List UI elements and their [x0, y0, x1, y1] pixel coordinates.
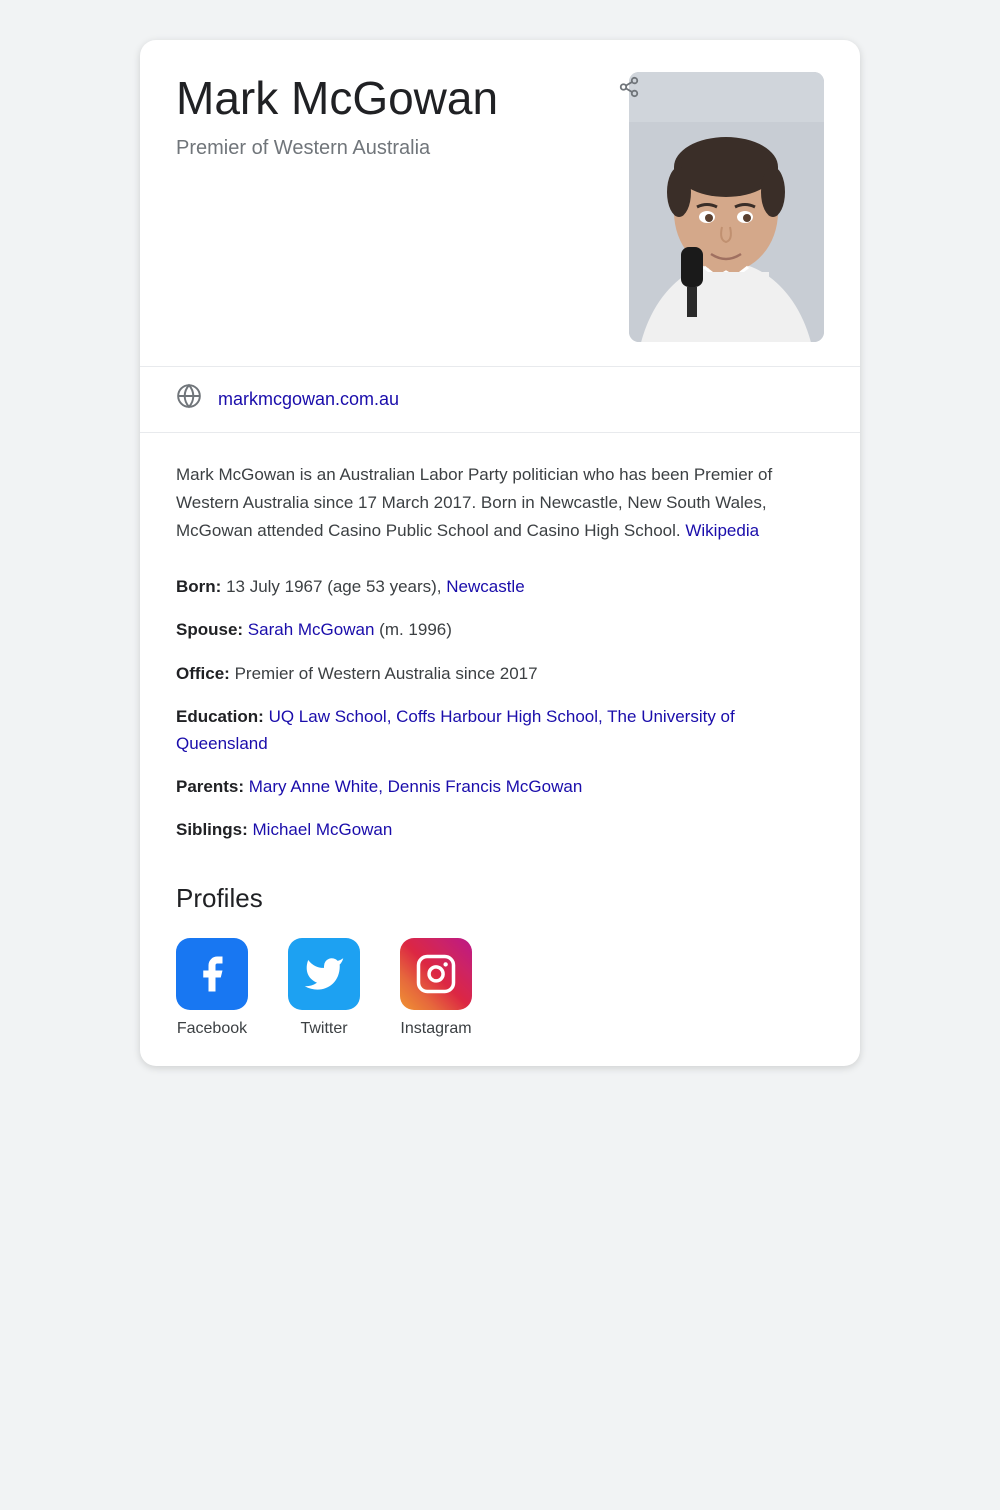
- fact-education-label: Education:: [176, 707, 264, 726]
- fact-office-label: Office:: [176, 664, 230, 683]
- profiles-grid: Facebook Twitter: [176, 938, 824, 1038]
- header-section: Mark McGowan Premier of Western Australi…: [140, 40, 860, 366]
- fact-spouse: Spouse: Sarah McGowan (m. 1996): [176, 616, 824, 643]
- wikipedia-link[interactable]: Wikipedia: [685, 521, 759, 540]
- twitter-icon: [303, 953, 345, 995]
- fact-siblings-label: Siblings:: [176, 820, 248, 839]
- fact-siblings: Siblings: Michael McGowan: [176, 816, 824, 843]
- profile-twitter[interactable]: Twitter: [288, 938, 360, 1038]
- fact-office-value: Premier of Western Australia since 2017: [235, 664, 538, 683]
- website-row: markmcgowan.com.au: [140, 366, 860, 433]
- body-section: Mark McGowan is an Australian Labor Part…: [140, 433, 860, 1066]
- website-link[interactable]: markmcgowan.com.au: [218, 389, 399, 410]
- fact-siblings-link[interactable]: Michael McGowan: [253, 820, 393, 839]
- share-icon[interactable]: [618, 76, 640, 104]
- facebook-icon-container: [176, 938, 248, 1010]
- profile-facebook[interactable]: Facebook: [176, 938, 248, 1038]
- fact-born-date: 13 July 1967 (age 53 years),: [226, 577, 446, 596]
- header-text: Mark McGowan Premier of Western Australi…: [176, 72, 629, 160]
- person-title: Premier of Western Australia: [176, 137, 629, 160]
- description-text: Mark McGowan is an Australian Labor Part…: [176, 461, 824, 545]
- instagram-icon: [415, 953, 457, 995]
- profiles-section: Profiles Facebook: [176, 875, 824, 1038]
- twitter-label: Twitter: [300, 1020, 347, 1038]
- profiles-title: Profiles: [176, 883, 824, 914]
- fact-parents: Parents: Mary Anne White, Dennis Francis…: [176, 773, 824, 800]
- fact-spouse-link[interactable]: Sarah McGowan: [248, 620, 375, 639]
- fact-parents-label: Parents:: [176, 777, 244, 796]
- instagram-icon-container: [400, 938, 472, 1010]
- fact-born-label: Born:: [176, 577, 221, 596]
- fact-born: Born: 13 July 1967 (age 53 years), Newca…: [176, 573, 824, 600]
- globe-icon: [176, 383, 202, 416]
- fact-born-place-link[interactable]: Newcastle: [446, 577, 524, 596]
- profile-instagram[interactable]: Instagram: [400, 938, 472, 1038]
- fact-spouse-label: Spouse:: [176, 620, 243, 639]
- twitter-icon-container: [288, 938, 360, 1010]
- facebook-label: Facebook: [177, 1020, 247, 1038]
- fact-office: Office: Premier of Western Australia sin…: [176, 660, 824, 687]
- knowledge-panel: Mark McGowan Premier of Western Australi…: [140, 40, 860, 1066]
- fact-parents-link[interactable]: Mary Anne White, Dennis Francis McGowan: [249, 777, 583, 796]
- fact-education: Education: UQ Law School, Coffs Harbour …: [176, 703, 824, 757]
- facebook-icon: [191, 953, 233, 995]
- person-name: Mark McGowan: [176, 72, 629, 125]
- person-photo: [629, 72, 824, 342]
- fact-spouse-suffix: (m. 1996): [379, 620, 452, 639]
- instagram-label: Instagram: [400, 1020, 471, 1038]
- description-main: Mark McGowan is an Australian Labor Part…: [176, 465, 772, 540]
